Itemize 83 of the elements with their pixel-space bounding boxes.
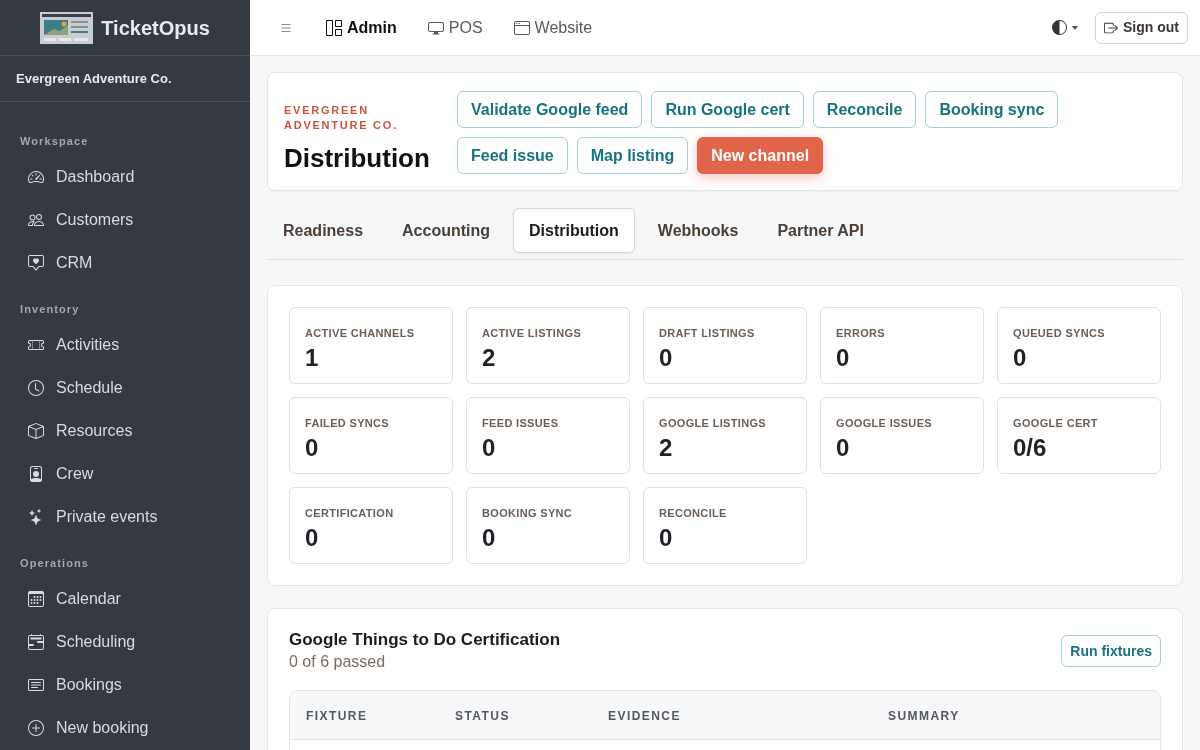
clock-icon [28, 379, 44, 396]
monitor-icon [427, 19, 444, 36]
stat-value: 0 [482, 434, 497, 462]
page-title: Distribution [284, 142, 431, 174]
stat-label: ACTIVE CHANNELS [305, 326, 416, 340]
stat-value: 0 [659, 344, 674, 372]
sign-out-icon [1104, 20, 1118, 35]
sidebar-item[interactable]: New booking [0, 706, 250, 749]
stat-value: 0 [836, 434, 851, 462]
person-badge-icon [28, 465, 44, 482]
stat-value: 0 [1013, 344, 1028, 372]
box-icon [28, 422, 44, 439]
action-button[interactable]: Reconcile [812, 91, 917, 128]
stat-label: ERRORS [836, 326, 887, 340]
sidebar-item[interactable]: Crew [0, 452, 250, 495]
stat-label: DRAFT LISTINGS [659, 326, 756, 340]
gauge-icon [28, 168, 44, 185]
calendar-range-icon [28, 633, 44, 650]
brand-name: TicketOpus [101, 15, 210, 41]
action-button[interactable]: Run Google cert [651, 91, 804, 128]
tab[interactable]: Webhooks [641, 208, 755, 253]
text-card-icon [28, 676, 44, 693]
sign-out-button[interactable]: Sign out [1095, 11, 1188, 44]
column-header: STATUS [455, 709, 510, 723]
stat-value: 2 [482, 344, 497, 372]
stat-value: 2 [659, 434, 674, 462]
tab[interactable]: Readiness [267, 208, 380, 253]
tab[interactable]: Accounting [386, 208, 507, 253]
organization-name: Evergreen Adventure Co. [16, 69, 172, 88]
nav-link[interactable]: POS [427, 15, 483, 40]
stat-label: GOOGLE ISSUES [836, 416, 933, 430]
caret-icon [1071, 23, 1079, 32]
sidebar-item[interactable]: Resources [0, 409, 250, 452]
action-button[interactable]: Validate Google feed [457, 91, 643, 128]
stat-label: GOOGLE LISTINGS [659, 416, 767, 430]
sidebar-item[interactable]: Activities [0, 323, 250, 366]
stat-label: GOOGLE CERT [1013, 416, 1099, 430]
action-button[interactable]: Feed issue [457, 137, 568, 174]
stat-value: 0/6 [1013, 434, 1048, 462]
stat-label: RECONCILE [659, 506, 728, 520]
sidebar-item[interactable]: Private events [0, 495, 250, 538]
tab[interactable]: Distribution [513, 208, 635, 253]
stat-label: FAILED SYNCS [305, 416, 391, 430]
stat-label: ACTIVE LISTINGS [482, 326, 583, 340]
stat-value: 0 [659, 524, 674, 552]
stat-value: 1 [305, 344, 320, 372]
column-header: EVIDENCE [608, 709, 681, 723]
sidebar-item[interactable]: Bookings [0, 663, 250, 706]
stat-label: FEED ISSUES [482, 416, 560, 430]
section-heading: Operations [20, 555, 90, 571]
calendar-icon [28, 590, 44, 607]
sidebar-item[interactable]: Customers [0, 198, 250, 241]
sidebar-item[interactable]: Schedule [0, 366, 250, 409]
stat-value: 0 [305, 434, 320, 462]
stat-label: CERTIFICATION [305, 506, 395, 520]
layout-grid-icon [326, 19, 342, 36]
stat-value: 0 [482, 524, 497, 552]
organization-eyebrow: EVERGREEN ADVENTURE CO. [284, 103, 399, 133]
tab[interactable]: Partner API [761, 208, 880, 253]
sidebar-item[interactable]: Dashboard [0, 155, 250, 198]
stat-label: QUEUED SYNCS [1013, 326, 1106, 340]
sidebar-item[interactable]: Calendar [0, 577, 250, 620]
theme-toggle[interactable] [1052, 20, 1079, 35]
browser-window-icon [513, 19, 530, 36]
action-button[interactable]: Booking sync [925, 91, 1059, 128]
section-heading: Inventory [20, 301, 80, 317]
card-subtitle: 0 of 6 passed [289, 652, 387, 672]
card-title: Google Things to Do Certification [289, 629, 561, 651]
chat-heart-icon [28, 254, 44, 271]
run-fixtures-button[interactable]: Run fixtures [1061, 635, 1161, 667]
logo-thumbnail [40, 11, 94, 44]
column-header: FIXTURE [306, 709, 368, 723]
sidebar-item[interactable]: Scheduling [0, 620, 250, 663]
people-icon [28, 211, 44, 228]
stat-value: 0 [836, 344, 851, 372]
sidebar-item[interactable]: CRM [0, 241, 250, 284]
stat-label: BOOKING SYNC [482, 506, 574, 520]
section-heading: Workspace [20, 133, 89, 149]
nav-link[interactable]: Admin [326, 15, 397, 40]
nav-link[interactable]: Website [513, 15, 593, 40]
action-button[interactable]: Map listing [576, 137, 689, 174]
stat-value: 0 [305, 524, 320, 552]
column-header: SUMMARY [888, 709, 960, 723]
